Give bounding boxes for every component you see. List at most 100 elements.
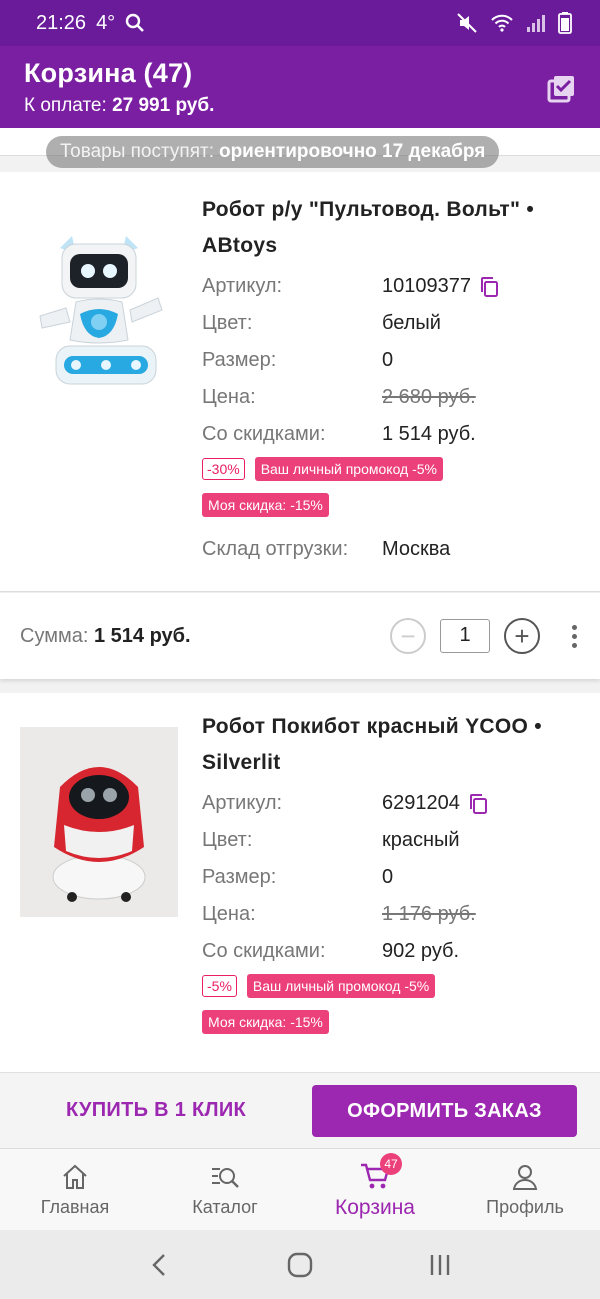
profile-icon	[512, 1165, 538, 1190]
old-price: 1 176 руб.	[382, 903, 476, 925]
bottom-navigation: Главная Каталог 47 Корзина Профиль	[0, 1148, 600, 1230]
nav-item-home[interactable]: Главная	[0, 1149, 150, 1230]
color-row: Цвет: белый	[202, 305, 584, 342]
recents-icon[interactable]	[426, 1251, 454, 1279]
discount-price-row: Со скидками: 1 514 руб.	[202, 416, 584, 453]
color-value: белый	[382, 312, 441, 334]
promo-code-badge: Ваш личный промокод -5%	[246, 974, 436, 998]
copy-icon[interactable]	[468, 793, 488, 815]
home-circle-icon[interactable]	[286, 1251, 314, 1279]
old-price: 2 680 руб.	[382, 386, 476, 408]
discount-percent-badge: -30%	[202, 458, 245, 480]
color-label: Цвет:	[202, 312, 253, 334]
nav-item-profile[interactable]: Профиль	[450, 1149, 600, 1230]
pay-amount: 27 991 руб.	[112, 95, 215, 116]
product-image[interactable]	[20, 727, 178, 917]
status-bar: 21:26 4°	[0, 0, 600, 46]
discount-price-label: Со скидками:	[202, 940, 326, 962]
cart-item: Робот р/у "Пультовод. Вольт" • ABtoys Ар…	[0, 172, 600, 592]
stock-label: Склад отгрузки:	[202, 538, 349, 560]
sum-label: Сумма:	[20, 624, 89, 647]
pay-total: К оплате: 27 991 руб.	[24, 95, 576, 117]
size-row: Размер: 0	[202, 342, 584, 379]
cart-count-badge: 47	[380, 1153, 402, 1175]
checkout-button[interactable]: ОФОРМИТЬ ЗАКАЗ	[312, 1085, 577, 1137]
catalog-search-icon	[212, 1168, 239, 1188]
app-screen: 21:26 4° Корзина (47) К оплате: 27 991 р…	[0, 0, 600, 1299]
discount-price: 1 514 руб.	[382, 423, 476, 445]
my-discount-badge: Моя скидка: -15%	[202, 1010, 329, 1034]
price-label: Цена:	[202, 903, 256, 925]
mute-icon	[457, 13, 477, 33]
copy-icon[interactable]	[479, 276, 499, 298]
size-value: 0	[382, 349, 394, 371]
color-row: Цвет: красный	[202, 822, 584, 859]
article-number: 10109377	[382, 275, 471, 297]
size-label: Размер:	[202, 866, 277, 888]
increase-quantity-button[interactable]: +	[504, 618, 540, 654]
signal-icon	[527, 15, 545, 32]
delivery-notice: Товары поступят: ориентировочно 17 декаб…	[46, 136, 500, 168]
quantity-input[interactable]: 1	[440, 619, 490, 653]
product-name[interactable]: Робот р/у "Пультовод. Вольт" • ABtoys	[202, 192, 584, 264]
discount-badges: -30% Ваш личный промокод -5%	[202, 457, 584, 481]
nav-label-cart: Корзина	[335, 1195, 415, 1219]
delivery-date: ориентировочно 17 декабря	[218, 141, 486, 162]
nav-item-cart[interactable]: 47 Корзина	[300, 1149, 450, 1230]
more-options-icon[interactable]	[568, 624, 580, 648]
price-label: Цена:	[202, 386, 256, 408]
status-temperature: 4°	[96, 11, 116, 34]
nav-item-catalog[interactable]: Каталог	[150, 1149, 300, 1230]
cart-item: Робот Покибот красный YCOO • Silverlit А…	[0, 693, 600, 1072]
product-name[interactable]: Робот Покибот красный YCOO • Silverlit	[202, 709, 584, 781]
my-discount-badge: Моя скидка: -15%	[202, 493, 329, 517]
select-all-checkbox-icon[interactable]	[544, 72, 578, 106]
promo-code-badge: Ваш личный промокод -5%	[254, 457, 443, 481]
buy-one-click-button[interactable]: КУПИТЬ В 1 КЛИК	[0, 1099, 312, 1122]
system-navigation-bar	[0, 1230, 600, 1299]
price-row: Цена: 1 176 руб.	[202, 896, 584, 933]
battery-icon	[558, 12, 572, 34]
article-row: Артикул: 10109377	[202, 268, 584, 305]
my-discount-badges: Моя скидка: -15%	[202, 1010, 584, 1034]
delivery-label: Товары поступят:	[60, 141, 214, 162]
product-info: Робот Покибот красный YCOO • Silverlit А…	[202, 709, 584, 1034]
back-icon[interactable]	[146, 1251, 174, 1279]
cart-header: Корзина (47) К оплате: 27 991 руб.	[0, 46, 600, 128]
checkout-action-bar: КУПИТЬ В 1 КЛИК ОФОРМИТЬ ЗАКАЗ	[0, 1072, 600, 1148]
product-info: Робот р/у "Пультовод. Вольт" • ABtoys Ар…	[202, 192, 584, 568]
article-label: Артикул:	[202, 792, 283, 814]
cart-list: Товары поступят: ориентировочно 17 декаб…	[0, 128, 600, 1072]
quantity-stepper: − 1 +	[390, 618, 540, 654]
discount-percent-badge: -5%	[202, 975, 237, 997]
size-label: Размер:	[202, 349, 277, 371]
product-image[interactable]	[20, 218, 178, 408]
price-row: Цена: 2 680 руб.	[202, 379, 584, 416]
wifi-icon	[491, 14, 513, 32]
my-discount-badges: Моя скидка: -15%	[202, 493, 584, 517]
article-row: Артикул: 6291204	[202, 785, 584, 822]
article-value: 10109377	[382, 275, 499, 298]
item-sum-row: Сумма: 1 514 руб. − 1 +	[0, 593, 600, 679]
page-title: Корзина (47)	[24, 58, 193, 88]
color-label: Цвет:	[202, 829, 253, 851]
pay-label: К оплате:	[24, 95, 107, 116]
color-value: красный	[382, 829, 460, 851]
size-row: Размер: 0	[202, 859, 584, 896]
article-value: 6291204	[382, 792, 488, 815]
item-sum: Сумма: 1 514 руб.	[20, 625, 191, 648]
stock-value: Москва	[382, 538, 451, 560]
article-label: Артикул:	[202, 275, 283, 297]
size-value: 0	[382, 866, 394, 888]
status-time: 21:26	[36, 11, 87, 34]
decrease-quantity-button[interactable]: −	[390, 618, 426, 654]
nav-label-home: Главная	[40, 1197, 110, 1217]
sum-value: 1 514 руб.	[93, 624, 191, 647]
discount-price-label: Со скидками:	[202, 423, 326, 445]
stock-row: Склад отгрузки: Москва	[202, 531, 584, 568]
discount-price-row: Со скидками: 902 руб.	[202, 933, 584, 970]
home-icon	[63, 1164, 87, 1189]
nav-label-catalog: Каталог	[192, 1197, 258, 1217]
article-number: 6291204	[382, 792, 460, 814]
search-status-icon	[125, 13, 145, 32]
